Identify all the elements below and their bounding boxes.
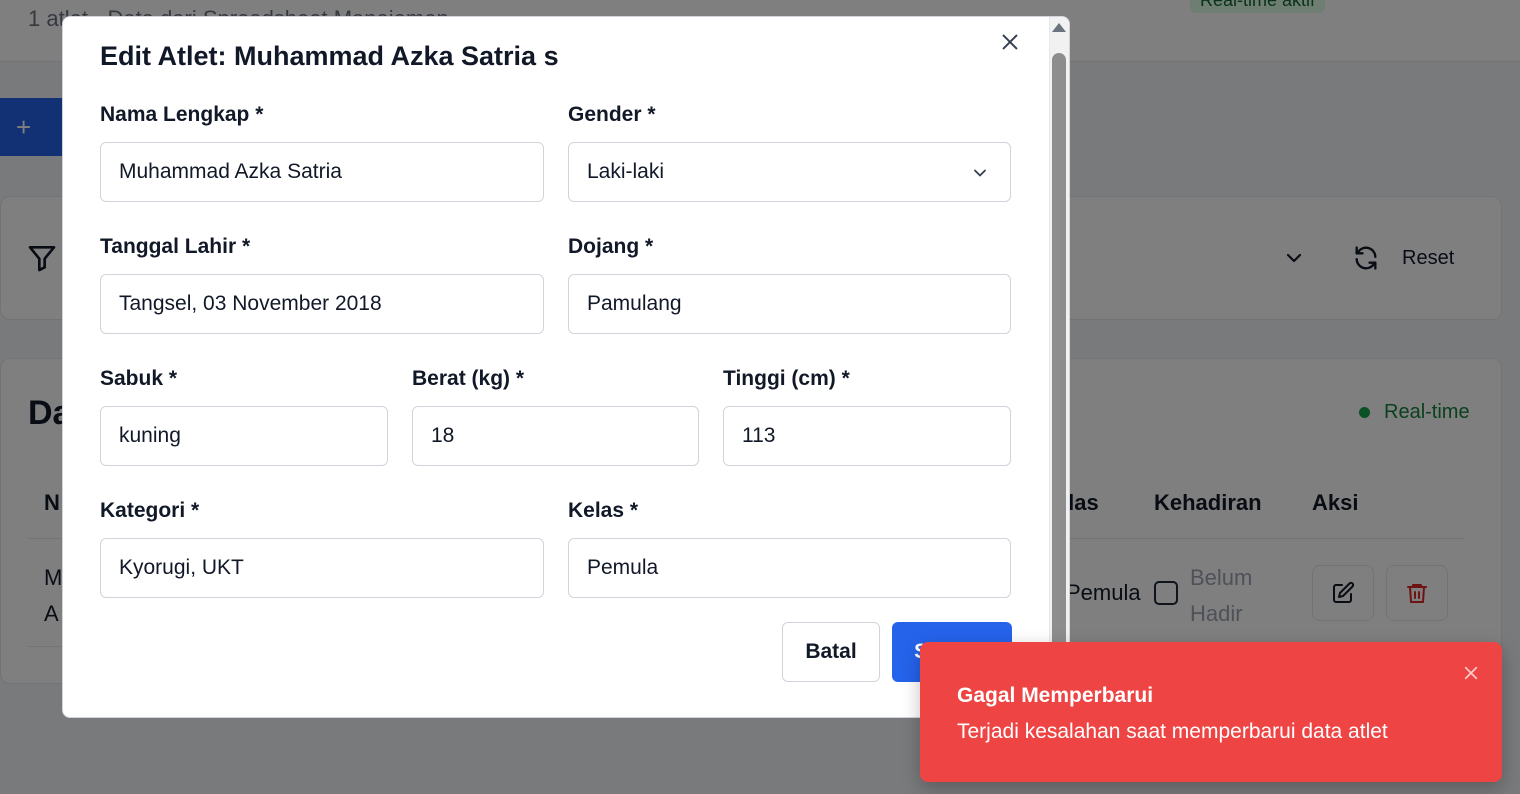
kategori-input[interactable]: Kyorugi, UKT: [100, 538, 544, 598]
berat-label: Berat (kg) *: [412, 367, 525, 390]
close-icon: [1002, 34, 1018, 50]
gender-label: Gender *: [568, 103, 656, 126]
tinggi-label: Tinggi (cm) *: [723, 367, 850, 390]
error-toast: Gagal Memperbarui Terjadi kesalahan saat…: [920, 642, 1502, 782]
dojang-label: Dojang *: [568, 235, 654, 258]
modal-title: Edit Atlet: Muhammad Azka Satria s: [100, 41, 559, 71]
close-button[interactable]: [997, 29, 1023, 55]
tinggi-input[interactable]: 113: [723, 406, 1011, 466]
close-icon: [1464, 666, 1478, 680]
tanggal-lahir-input[interactable]: Tangsel, 03 November 2018: [100, 274, 544, 334]
toast-close-button[interactable]: [1460, 662, 1482, 684]
nama-input[interactable]: Muhammad Azka Satria: [100, 142, 544, 202]
scrollbar-thumb[interactable]: [1052, 53, 1066, 713]
dojang-input[interactable]: Pamulang: [568, 274, 1011, 334]
gender-select[interactable]: Laki-laki: [568, 142, 1011, 202]
chevron-down-icon: [974, 169, 986, 177]
scroll-up-arrow-icon[interactable]: [1052, 23, 1066, 32]
sabuk-label: Sabuk *: [100, 367, 178, 390]
toast-title: Gagal Memperbarui: [957, 684, 1154, 707]
tanggal-lahir-label: Tanggal Lahir *: [100, 235, 251, 258]
edit-athlete-modal: Edit Atlet: Muhammad Azka Satria s Nama …: [62, 16, 1070, 718]
sabuk-input[interactable]: kuning: [100, 406, 388, 466]
kelas-label: Kelas *: [568, 499, 639, 522]
kelas-input[interactable]: Pemula: [568, 538, 1011, 598]
kategori-label: Kategori *: [100, 499, 200, 522]
nama-label: Nama Lengkap *: [100, 103, 264, 126]
toast-message: Terjadi kesalahan saat memperbarui data …: [957, 720, 1388, 743]
gender-value: Laki-laki: [587, 160, 665, 183]
berat-input[interactable]: 18: [412, 406, 699, 466]
cancel-button[interactable]: Batal: [782, 622, 880, 682]
